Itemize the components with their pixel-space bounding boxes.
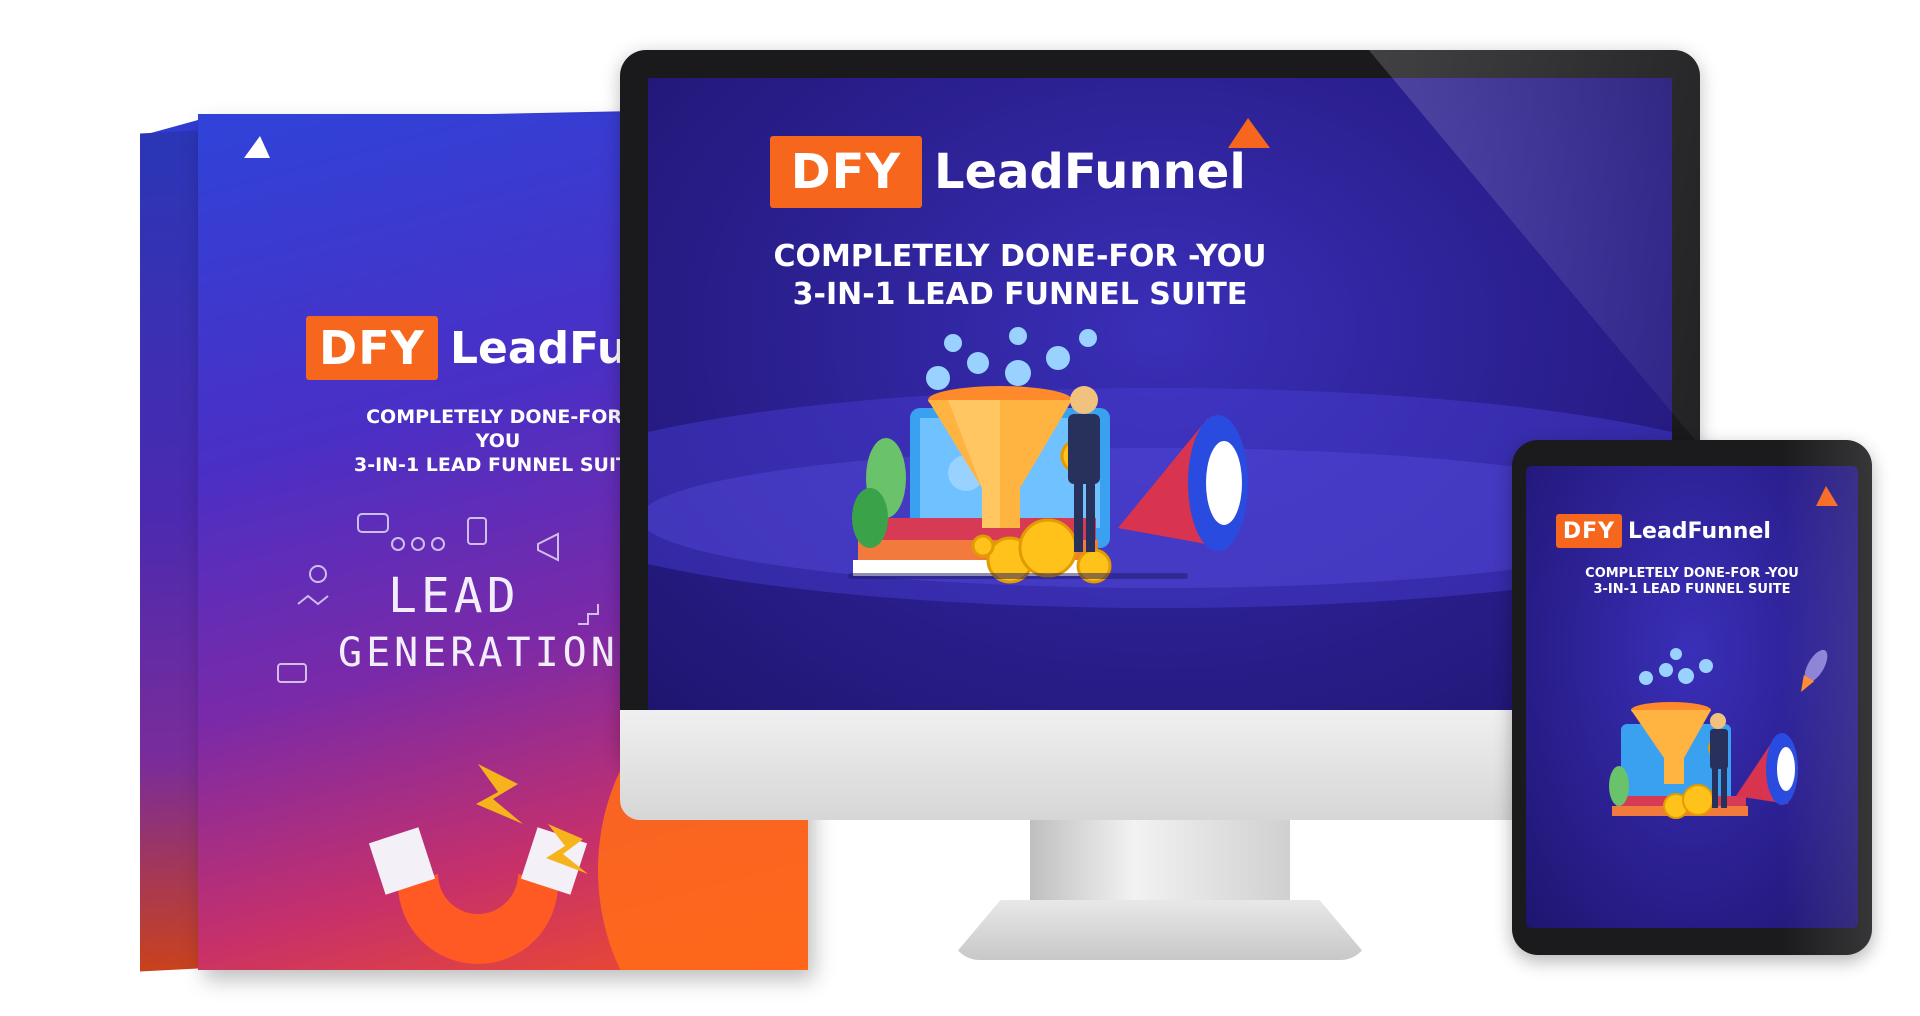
tablet-logo-dfy: DFY: [1556, 514, 1622, 548]
box-logo-dfy: DFY: [306, 316, 438, 380]
like-icon: [357, 513, 389, 533]
monitor-logo: DFY LeadFunnel: [770, 136, 1246, 208]
megaphone-icon: [537, 532, 559, 562]
white-triangle-icon: [244, 136, 270, 158]
tablet-logo: DFY LeadFunnel: [1556, 514, 1771, 548]
tablet-logo-name: LeadFunnel: [1628, 518, 1771, 544]
monitor-logo-dfy: DFY: [770, 136, 922, 208]
lead-word: LEAD: [388, 568, 520, 624]
box-tagline: COMPLETELY DONE-FOR-YOU 3-IN-1 LEAD FUNN…: [348, 406, 648, 477]
monitor-logo-name: LeadFunnel: [934, 144, 1246, 200]
chart-icon: [578, 604, 599, 625]
chat-icon: [277, 663, 307, 683]
monitor-tagline: COMPLETELY DONE-FOR -YOU 3-IN-1 LEAD FUN…: [740, 238, 1300, 313]
box-tagline-line2: 3-IN-1 LEAD FUNNEL SUITE: [353, 453, 642, 476]
tablet-glare: [1782, 440, 1872, 955]
magnet-icon: [368, 764, 588, 964]
lightning-icon: [476, 764, 523, 824]
user-bubble-icon: [1639, 648, 1713, 685]
bulb-icon: [309, 565, 327, 583]
monitor-stand-neck: [1030, 820, 1290, 910]
box-side-face: [140, 130, 198, 972]
phone-icon: [467, 517, 487, 545]
monitor-tagline-line1: COMPLETELY DONE-FOR -YOU: [773, 239, 1267, 274]
monitor-stand-base: [950, 900, 1370, 960]
generation-word: GENERATION: [338, 630, 619, 676]
box-tagline-line1: COMPLETELY DONE-FOR-YOU: [366, 406, 630, 452]
monitor-tagline-line2: 3-IN-1 LEAD FUNNEL SUITE: [792, 276, 1248, 312]
tablet-device: DFY LeadFunnel COMPLETELY DONE-FOR -YOU …: [1512, 440, 1872, 955]
